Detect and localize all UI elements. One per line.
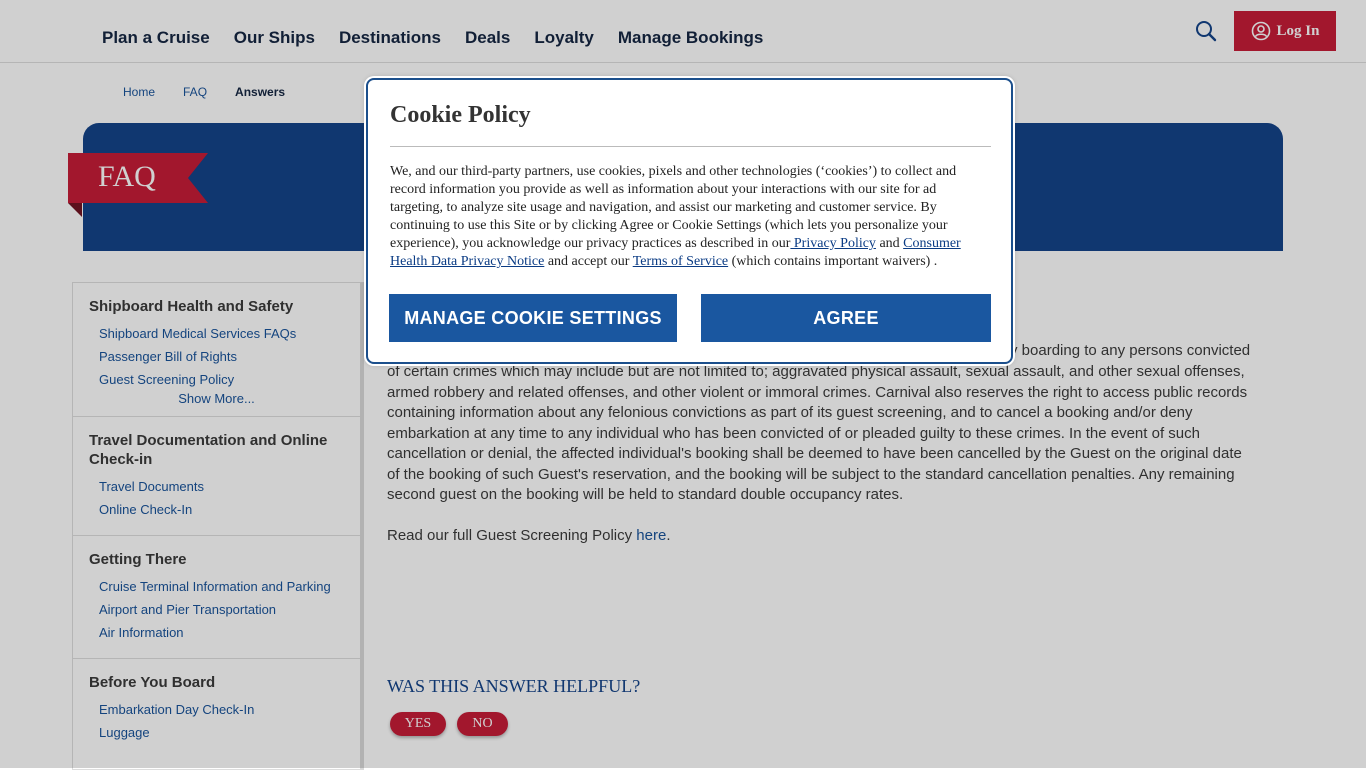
agree-button[interactable]: AGREE	[701, 294, 991, 342]
cookie-text-part: and accept our	[544, 254, 633, 269]
terms-link[interactable]: Terms of Service	[633, 254, 728, 269]
cookie-title: Cookie Policy	[390, 102, 531, 128]
privacy-policy-link[interactable]: Privacy Policy	[790, 236, 876, 251]
cookie-text: We, and our third-party partners, use co…	[390, 163, 970, 271]
cookie-text-and: and	[875, 236, 904, 251]
cookie-policy-dialog: Cookie Policy We, and our third-party pa…	[366, 78, 1013, 364]
divider	[390, 146, 991, 147]
cookie-text-part: (which contains important waivers) .	[728, 254, 938, 269]
manage-cookie-settings-button[interactable]: MANAGE COOKIE SETTINGS	[389, 294, 677, 342]
